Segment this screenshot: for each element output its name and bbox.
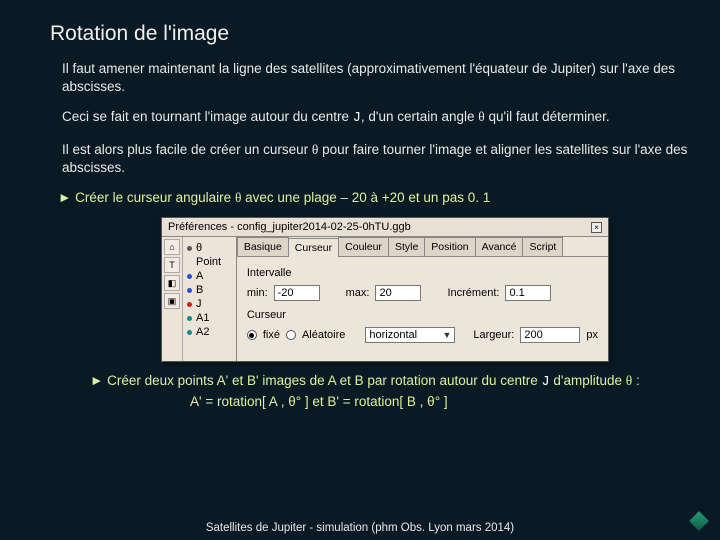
tool-icon[interactable]: ▣: [164, 293, 180, 309]
radio-fixe[interactable]: [247, 330, 257, 340]
tree-item-a[interactable]: A: [183, 269, 236, 283]
p2-c: qu'il faut déterminer.: [485, 109, 610, 124]
instruction-2: ► Créer deux points A' et B' images de A…: [90, 372, 690, 410]
max-input[interactable]: 20: [375, 285, 421, 301]
px-label: px: [586, 329, 598, 341]
preferences-dialog: Préférences - config_jupiter2014-02-25-0…: [161, 217, 609, 362]
tree-item-point[interactable]: Point: [183, 255, 236, 269]
arrow-icon: ► Créer deux points A' et B' images de A…: [90, 373, 542, 388]
tree-item-a2[interactable]: A2: [183, 325, 236, 339]
tree-label: Point: [196, 256, 221, 268]
tab-script[interactable]: Script: [522, 237, 563, 256]
max-label: max:: [346, 287, 370, 299]
orientation-select[interactable]: horizontal ▼: [365, 327, 455, 343]
tree-label: A: [196, 270, 203, 282]
chevron-down-icon: ▼: [442, 330, 451, 340]
letter-J: J: [353, 111, 361, 126]
tab-position[interactable]: Position: [424, 237, 475, 256]
increment-label: Incrément:: [447, 287, 499, 299]
tab-curseur[interactable]: Curseur: [288, 238, 339, 257]
para-2: Ceci se fait en tournant l'image autour …: [62, 108, 704, 128]
instruction-1: ► Créer le curseur angulaire θ avec une …: [58, 189, 702, 207]
min-label: min:: [247, 287, 268, 299]
para-3: Il est alors plus facile de créer un cur…: [62, 141, 704, 177]
close-icon[interactable]: ×: [591, 222, 602, 233]
instr2-b: d'amplitude: [550, 373, 626, 388]
tool-icon[interactable]: ⌂: [164, 239, 180, 255]
p2-b: , d'un certain angle: [361, 109, 478, 124]
instr1-b: avec une plage – 20 à +20 et un pas 0. 1: [241, 190, 490, 205]
dialog-title: Préférences - config_jupiter2014-02-25-0…: [168, 221, 411, 233]
instr2-c: :: [632, 373, 640, 388]
tool-icon[interactable]: T: [164, 257, 180, 273]
orientation-value: horizontal: [369, 329, 417, 341]
tree-label: A1: [196, 312, 209, 324]
group-curseur: Curseur: [247, 309, 598, 321]
letter-J: J: [542, 375, 550, 390]
tree-item-a1[interactable]: A1: [183, 311, 236, 325]
increment-input[interactable]: 0.1: [505, 285, 551, 301]
object-tree: θ Point A B J A1 A2: [183, 237, 237, 361]
tab-basique[interactable]: Basique: [237, 237, 289, 256]
tree-label: θ: [196, 242, 202, 254]
largeur-label: Largeur:: [473, 329, 514, 341]
slider-panel: Intervalle min: -20 max: 20 Incrément: 0…: [237, 257, 608, 361]
tree-label: J: [196, 298, 202, 310]
p3-a: Il est alors plus facile de créer un cur…: [62, 142, 312, 157]
tree-label: B: [196, 284, 203, 296]
radio-aleatoire[interactable]: [286, 330, 296, 340]
tab-avance[interactable]: Avancé: [475, 237, 524, 256]
tree-item-theta[interactable]: θ: [183, 241, 236, 255]
largeur-input[interactable]: 200: [520, 327, 580, 343]
slide-title: Rotation de l'image: [50, 22, 720, 46]
tab-couleur[interactable]: Couleur: [338, 237, 389, 256]
group-intervalle: Intervalle: [247, 267, 598, 279]
p2-a: Ceci se fait en tournant l'image autour …: [62, 109, 353, 124]
aleatoire-label: Aléatoire: [302, 329, 345, 341]
arrow-icon: ► Créer le curseur angulaire: [58, 190, 235, 205]
fixe-label: fixé: [263, 329, 280, 341]
tree-item-j[interactable]: J: [183, 297, 236, 311]
tree-item-b[interactable]: B: [183, 283, 236, 297]
dialog-titlebar: Préférences - config_jupiter2014-02-25-0…: [162, 218, 608, 237]
tree-label: A2: [196, 326, 209, 338]
equation-line: A' = rotation[ A , θ° ] et B' = rotation…: [190, 393, 690, 411]
footer-caption: Satellites de Jupiter - simulation (phm …: [0, 522, 720, 534]
tab-style[interactable]: Style: [388, 237, 425, 256]
tool-icon[interactable]: ◧: [164, 275, 180, 291]
toolstrip: ⌂ T ◧ ▣: [162, 237, 183, 361]
min-input[interactable]: -20: [274, 285, 320, 301]
para-1: Il faut amener maintenant la ligne des s…: [62, 60, 704, 96]
tab-bar: Basique Curseur Couleur Style Position A…: [237, 237, 608, 257]
